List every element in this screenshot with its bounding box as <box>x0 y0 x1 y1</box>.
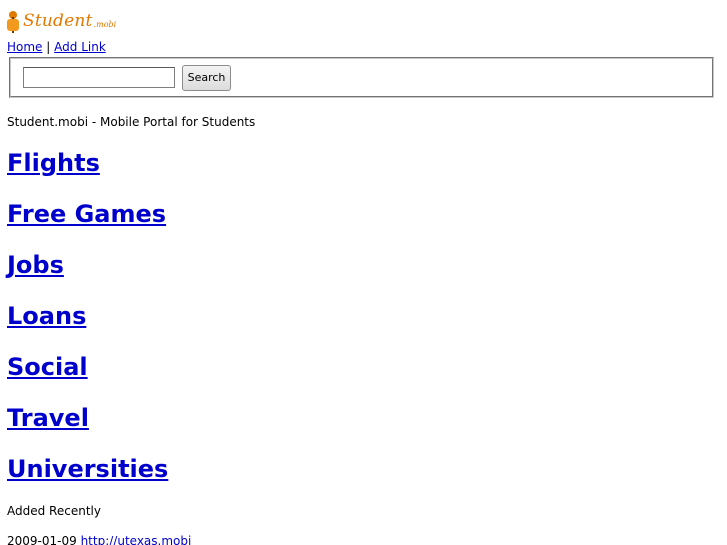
category-link-loans[interactable]: Loans <box>7 302 86 330</box>
site-tagline: Student.mobi - Mobile Portal for Student… <box>7 115 256 129</box>
logo-text: Student <box>23 11 93 31</box>
category-item: Travel <box>7 401 168 452</box>
recent-heading: Added Recently <box>7 504 101 518</box>
recent-item-date: 2009-01-09 <box>7 534 77 545</box>
category-link-universities[interactable]: Universities <box>7 455 168 483</box>
category-list: Flights Free Games Jobs Loans Social Tra… <box>7 146 168 503</box>
category-link-social[interactable]: Social <box>7 353 88 381</box>
category-link-free-games[interactable]: Free Games <box>7 200 166 228</box>
top-navigation: Home | Add Link <box>7 40 106 55</box>
category-item: Flights <box>7 146 168 197</box>
recent-item: 2009-01-09 http://utexas.mobi <box>7 533 191 545</box>
category-item: Social <box>7 350 168 401</box>
nav-separator: | <box>46 40 51 54</box>
category-link-travel[interactable]: Travel <box>7 404 89 432</box>
recent-item-link[interactable]: http://utexas.mobi <box>81 534 192 545</box>
search-fieldset: Search <box>9 57 714 98</box>
category-item: Free Games <box>7 197 168 248</box>
category-link-flights[interactable]: Flights <box>7 149 100 177</box>
home-link[interactable]: Home <box>7 40 42 54</box>
search-input[interactable] <box>23 67 175 88</box>
category-item: Jobs <box>7 248 168 299</box>
category-link-jobs[interactable]: Jobs <box>7 251 64 279</box>
logo-suffix: .mobi <box>93 19 117 29</box>
category-item: Universities <box>7 452 168 503</box>
site-logo[interactable]: Student .mobi <box>7 7 123 35</box>
student-figure-icon <box>7 9 21 33</box>
add-link-link[interactable]: Add Link <box>54 40 106 54</box>
search-button[interactable]: Search <box>182 65 231 91</box>
category-item: Loans <box>7 299 168 350</box>
